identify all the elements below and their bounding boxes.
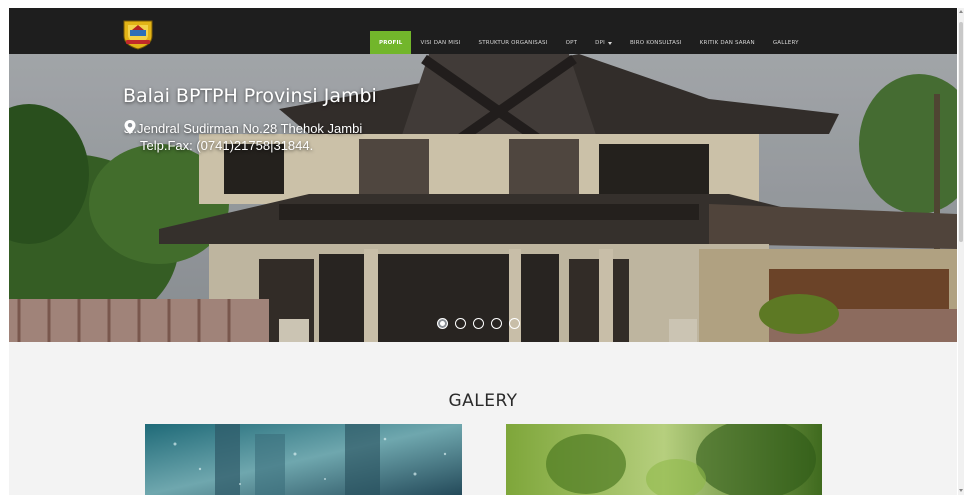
slider-indicators <box>437 318 520 329</box>
nav-opt[interactable]: OPT <box>557 31 587 55</box>
jambi-province-emblem-icon[interactable] <box>121 18 155 50</box>
slider-dot-3[interactable] <box>473 318 484 329</box>
gallery-heading: GALERY <box>448 391 518 411</box>
gallery-image-rainy-window[interactable] <box>145 424 462 495</box>
hero-title: Balai BPTPH Provinsi Jambi <box>123 85 377 107</box>
slider-dot-2[interactable] <box>455 318 466 329</box>
nav-label: VISI DAN MISI <box>420 40 461 46</box>
main-nav: PROFIL VISI DAN MISI STRUKTUR ORGANISASI… <box>370 31 808 55</box>
nav-label: PROFIL <box>379 40 403 46</box>
nav-kritik-dan-saran[interactable]: KRITIK DAN SARAN <box>691 31 764 55</box>
gallery-image-2 <box>506 424 822 495</box>
gallery-image-1 <box>145 424 462 495</box>
nav-profil[interactable]: PROFIL <box>370 31 412 55</box>
nav-label: GALLERY <box>772 40 799 46</box>
nav-biro-konsultasi[interactable]: BIRO KONSULTASI <box>621 31 691 55</box>
address-line-1-text: Jl.Jendral Sudirman No.28 Thehok Jambi <box>124 121 363 136</box>
page: PROFIL VISI DAN MISI STRUKTUR ORGANISASI… <box>9 8 957 495</box>
nav-visi-dan-misi[interactable]: VISI DAN MISI <box>411 31 469 55</box>
scroll-thumb[interactable] <box>959 22 963 242</box>
nav-label: STRUKTUR ORGANISASI <box>478 40 548 46</box>
page-scrollbar[interactable] <box>958 8 964 495</box>
gallery-image-green-leaves[interactable] <box>506 424 822 495</box>
navbar: PROFIL VISI DAN MISI STRUKTUR ORGANISASI… <box>9 8 957 55</box>
nav-gallery[interactable]: GALLERY <box>764 31 808 55</box>
nav-label: OPT <box>565 40 578 46</box>
slider-dot-5[interactable] <box>509 318 520 329</box>
scroll-up-arrow-icon[interactable] <box>959 10 963 13</box>
nav-dpi-dropdown[interactable]: DPI <box>586 31 621 55</box>
nav-label: DPI <box>595 40 605 46</box>
map-marker-icon <box>124 120 136 134</box>
address-line-1: Jl.Jendral Sudirman No.28 Thehok Jambi <box>124 120 362 137</box>
caret-down-icon <box>607 41 612 45</box>
nav-label: KRITIK DAN SARAN <box>699 40 755 46</box>
scroll-down-arrow-icon[interactable] <box>959 489 963 492</box>
hero-slider: Balai BPTPH Provinsi Jambi Jl.Jendral Su… <box>9 54 957 342</box>
hero-address: Jl.Jendral Sudirman No.28 Thehok Jambi T… <box>124 120 362 154</box>
nav-label: BIRO KONSULTASI <box>629 40 682 46</box>
slider-dot-1[interactable] <box>437 318 448 329</box>
address-line-2: Telp.Fax: (0741)21758|31844. <box>140 138 314 153</box>
slider-dot-4[interactable] <box>491 318 502 329</box>
nav-struktur-organisasi[interactable]: STRUKTUR ORGANISASI <box>470 31 557 55</box>
